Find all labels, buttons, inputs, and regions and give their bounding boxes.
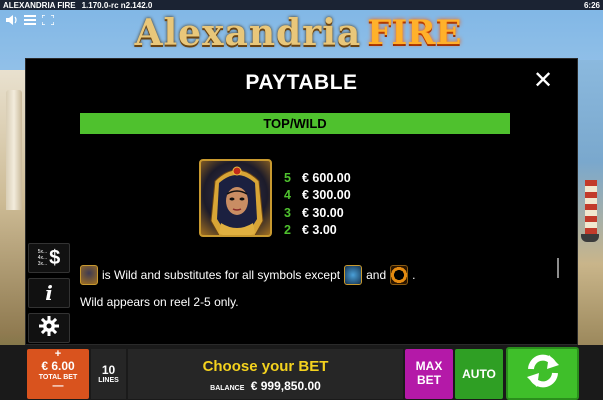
lines-value: 10 bbox=[101, 363, 116, 377]
message-display: Choose your BET BALANCE € 999,850.00 bbox=[128, 349, 403, 399]
wild-description-end: . bbox=[412, 268, 416, 282]
max-bet-label-line2: BET bbox=[417, 373, 441, 387]
lighthouse-illustration bbox=[6, 90, 22, 210]
section-header: TOP/WILD bbox=[80, 113, 510, 134]
paytable-panel: PAYTABLE ✕ TOP/WILD 5 € 600.00 4 € 300.0… bbox=[25, 58, 578, 345]
payout-count: 3 bbox=[284, 205, 291, 220]
top-controls bbox=[6, 14, 55, 28]
total-bet-value: € 6.00 bbox=[41, 359, 75, 373]
payout-value: € 300.00 bbox=[302, 188, 351, 203]
wild-description: is Wild and substitutes for all symbols … bbox=[80, 265, 415, 285]
wild-mini-icon bbox=[80, 265, 98, 285]
paytable-line: 3x... bbox=[37, 261, 48, 267]
payout-row: 4 € 300.00 bbox=[284, 187, 351, 205]
bet-decrease-button[interactable]: — bbox=[27, 381, 89, 392]
menu-icon[interactable] bbox=[24, 14, 36, 28]
logo-main-text: Alexandria bbox=[134, 12, 362, 54]
wild-description-text: is Wild and substitutes for all symbols … bbox=[102, 268, 341, 282]
scatter-mini-icon bbox=[344, 265, 363, 285]
close-button[interactable]: ✕ bbox=[531, 69, 555, 93]
balance-row: BALANCE € 999,850.00 bbox=[128, 379, 403, 393]
lines-label: LINES bbox=[98, 377, 119, 384]
paytable-title: PAYTABLE bbox=[245, 71, 358, 94]
payout-row: 2 € 3.00 bbox=[284, 222, 351, 240]
payout-row: 5 € 600.00 bbox=[284, 169, 351, 187]
max-bet-button[interactable]: MAX BET bbox=[405, 349, 453, 399]
payout-list: 5 € 600.00 4 € 300.00 3 € 30.00 2 € 3.00 bbox=[284, 169, 351, 239]
info-icon: i bbox=[45, 281, 53, 305]
balance-label: BALANCE bbox=[210, 385, 245, 392]
scrollbar[interactable] bbox=[557, 258, 559, 278]
app-title: ALEXANDRIA FIRE bbox=[3, 0, 76, 10]
dollar-icon: $ bbox=[49, 246, 61, 269]
fire-ring-mini-icon bbox=[390, 265, 409, 285]
spin-arrows-icon bbox=[523, 351, 563, 396]
payout-value: € 30.00 bbox=[302, 205, 344, 220]
settings-button[interactable] bbox=[28, 313, 70, 343]
wild-symbol-icon bbox=[199, 159, 272, 237]
paytable-button[interactable]: 5x... 4x... 3x... $ bbox=[28, 243, 70, 273]
balance-value: € 999,850.00 bbox=[250, 379, 321, 393]
payout-row: 3 € 30.00 bbox=[284, 204, 351, 222]
logo-fire-text: FIRE bbox=[367, 13, 462, 53]
spin-button[interactable] bbox=[506, 347, 579, 400]
auto-button[interactable]: AUTO bbox=[455, 349, 503, 399]
payout-count: 2 bbox=[284, 223, 291, 238]
status-bar: ALEXANDRIA FIRE 1.170.0-rc n2.142.0 6:26 bbox=[0, 0, 603, 10]
game-logo: Alexandria FIRE bbox=[118, 10, 478, 56]
lines-display: 10 LINES bbox=[91, 349, 126, 399]
wild-reel-note: Wild appears on reel 2-5 only. bbox=[80, 295, 239, 309]
choose-bet-message: Choose your BET bbox=[202, 358, 329, 375]
clock: 6:26 bbox=[583, 0, 600, 10]
payout-value: € 600.00 bbox=[302, 170, 351, 185]
max-bet-label-line1: MAX bbox=[415, 359, 443, 373]
version-label: 1.170.0-rc n2.142.0 bbox=[81, 0, 153, 10]
payout-count: 4 bbox=[284, 188, 291, 203]
bet-increase-button[interactable]: + bbox=[27, 349, 89, 360]
info-button[interactable]: i bbox=[28, 278, 70, 308]
gear-icon bbox=[39, 315, 59, 341]
speaker-icon[interactable] bbox=[6, 14, 18, 28]
paytable-lines: 5x... 4x... 3x... bbox=[38, 249, 47, 267]
wild-description-and: and bbox=[366, 268, 387, 282]
payout-count: 5 bbox=[284, 170, 291, 185]
boat-illustration bbox=[581, 234, 599, 242]
flag-illustration bbox=[585, 180, 597, 240]
payout-value: € 3.00 bbox=[302, 223, 337, 238]
total-bet-control[interactable]: + € 6.00 TOTAL BET — bbox=[27, 349, 89, 399]
fullscreen-icon[interactable] bbox=[41, 14, 55, 28]
